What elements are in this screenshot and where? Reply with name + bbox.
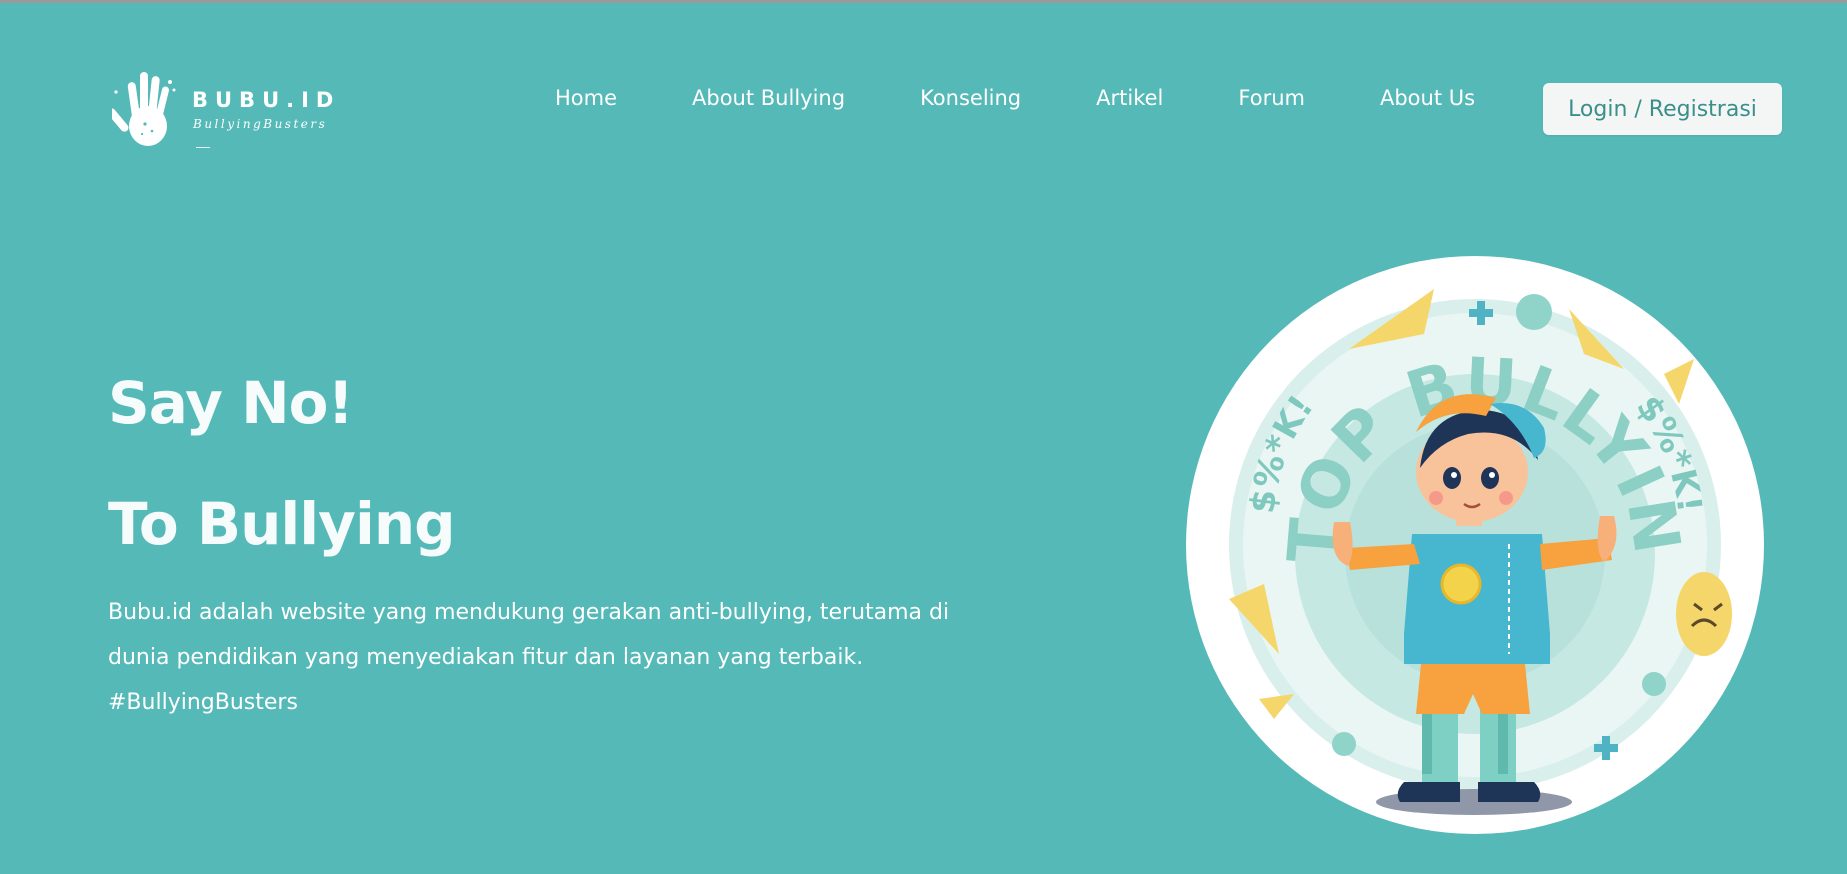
hand-icon [112, 72, 176, 146]
main-nav: Home About Bullying Konseling Artikel Fo… [555, 86, 1475, 110]
hero-description-line: dunia pendidikan yang menyediakan fitur … [108, 645, 864, 670]
nav-home[interactable]: Home [555, 86, 617, 110]
brand-underline [196, 147, 210, 148]
brand-tagline: BullyingBusters [193, 117, 328, 131]
login-register-button[interactable]: Login / Registrasi [1543, 83, 1782, 135]
hero-hashtag: #BullyingBusters [108, 690, 298, 715]
brand-logo[interactable]: BUBU.ID BullyingBusters [112, 68, 333, 154]
nav-about-bullying[interactable]: About Bullying [692, 86, 845, 110]
hero-description-line: Bubu.id adalah website yang mendukung ge… [108, 600, 950, 625]
angry-face [1676, 572, 1732, 656]
window-top-border [0, 0, 1847, 3]
nav-artikel[interactable]: Artikel [1096, 86, 1163, 110]
hero-title-line2: To Bullying [108, 490, 456, 558]
nav-konseling[interactable]: Konseling [920, 86, 1021, 110]
stop-bullying-illustration: STOP BULLYING $%*K! $%*K! [1184, 254, 1764, 834]
hero-description: Bubu.id adalah website yang mendukung ge… [108, 590, 1008, 725]
brand-name: BUBU.ID [192, 88, 341, 112]
nav-about-us[interactable]: About Us [1380, 86, 1475, 110]
nav-forum[interactable]: Forum [1238, 86, 1305, 110]
hero-title-line1: Say No! [108, 369, 354, 437]
